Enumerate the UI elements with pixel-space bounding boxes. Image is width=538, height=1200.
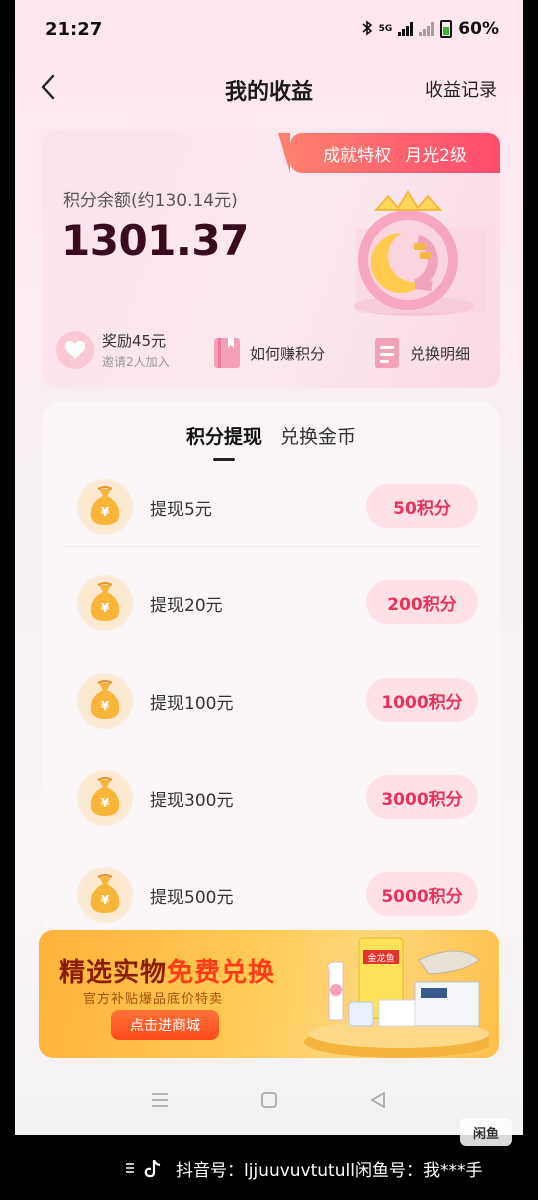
money-bag-icon: ¥: [77, 479, 133, 535]
status-bar: 21:27 5G 60%: [45, 14, 499, 44]
status-time: 21:27: [45, 18, 103, 40]
card-actions: 奖励45元 邀请2人加入 如何赚积分 兑换明细: [42, 330, 500, 378]
product-brand: 金龙鱼: [367, 952, 394, 964]
receipt-icon: [375, 338, 399, 368]
list-item[interactable]: ¥ 提现100元 1000积分: [62, 666, 480, 736]
badge-level-label: 月光2级: [405, 145, 467, 166]
book-icon: [214, 338, 240, 368]
app-screen: 21:27 5G 60% 我的收益 收益记录 成就特权 月光2级 积分余额(约1…: [15, 0, 523, 1135]
mall-promo-banner[interactable]: 精选实物免费兑换 官方补贴爆品底价特卖 点击进商城 金龙鱼: [39, 930, 499, 1058]
watermark-footer: 抖音号：ljjuuvuvtutull闲鱼号：我***手 闲鱼: [0, 1118, 538, 1200]
list-item[interactable]: ¥ 提现20元 200积分: [62, 568, 480, 638]
menu-icon[interactable]: [150, 1091, 170, 1113]
svg-text:¥: ¥: [101, 505, 110, 519]
svg-text:¥: ¥: [101, 601, 110, 615]
invite-reward-sub: 邀请2人加入: [102, 355, 170, 369]
top-nav: 我的收益 收益记录: [15, 66, 523, 110]
svg-text:¥: ¥: [101, 699, 110, 713]
withdraw-label: 提现100元: [150, 694, 234, 714]
money-bag-icon: ¥: [77, 673, 133, 729]
points-button[interactable]: 50积分: [366, 484, 478, 528]
divider: [62, 546, 480, 547]
banner-subtitle: 官方补贴爆品底价特卖: [83, 992, 224, 1007]
income-record-link[interactable]: 收益记录: [425, 76, 497, 102]
enter-mall-button[interactable]: 点击进商城: [111, 1010, 219, 1040]
invite-reward-action[interactable]: 奖励45元 邀请2人加入: [56, 330, 170, 370]
how-to-earn-action[interactable]: 如何赚积分: [212, 336, 325, 370]
money-bag-icon: ¥: [77, 867, 133, 923]
xianyu-logo: 闲鱼: [460, 1118, 512, 1146]
privilege-badge[interactable]: 成就特权 月光2级: [278, 133, 500, 173]
tab-bar: 积分提现 兑换金币: [42, 422, 500, 461]
status-right: 5G 60%: [361, 19, 499, 39]
money-bag-icon: ¥: [77, 770, 133, 826]
balance-value: 1301.37: [61, 216, 249, 265]
home-icon[interactable]: [259, 1090, 279, 1114]
balance-card: 成就特权 月光2级 积分余额(约130.14元) 1301.37 奖励45元 邀…: [42, 130, 500, 388]
tiktok-logo: [126, 1159, 161, 1178]
withdraw-label: 提现300元: [150, 791, 234, 811]
tab-exchange-coins[interactable]: 兑换金币: [280, 422, 356, 449]
svg-text:¥: ¥: [101, 893, 110, 907]
battery-percent: 60%: [458, 19, 499, 39]
list-item[interactable]: ¥ 提现500元 5000积分: [62, 860, 480, 930]
points-button[interactable]: 5000积分: [366, 872, 478, 916]
signal-icon: [398, 22, 414, 36]
heart-icon: [56, 331, 94, 369]
signal-2-icon: [419, 22, 435, 36]
banner-title-highlight: 免费兑换: [167, 958, 276, 988]
balance-label: 积分余额(约130.14元): [63, 191, 238, 211]
money-bag-icon: ¥: [77, 575, 133, 631]
list-item[interactable]: ¥ 提现300元 3000积分: [62, 763, 480, 833]
battery-icon: [440, 20, 453, 38]
points-button[interactable]: 3000积分: [366, 775, 478, 819]
list-item[interactable]: ¥ 提现5元 50积分: [62, 472, 480, 542]
bluetooth-icon: [361, 19, 373, 39]
tab-points-withdraw[interactable]: 积分提现: [186, 422, 262, 461]
network-label: 5G: [378, 24, 393, 34]
moon-crown-illustration: [354, 190, 486, 316]
points-button[interactable]: 1000积分: [366, 678, 478, 722]
points-button[interactable]: 200积分: [366, 580, 478, 624]
exchange-detail-label: 兑换明细: [410, 344, 471, 363]
withdraw-label: 提现20元: [150, 596, 223, 616]
exchange-detail-action[interactable]: 兑换明细: [372, 336, 470, 370]
system-nav-bar: [15, 1080, 523, 1124]
invite-reward-text: 奖励45元 邀请2人加入: [102, 330, 170, 370]
banner-title-main: 精选实物: [59, 958, 168, 988]
products-illustration: 金龙鱼: [304, 937, 489, 1058]
back-triangle-icon[interactable]: [368, 1090, 388, 1114]
svg-text:¥: ¥: [101, 796, 110, 810]
banner-title: 精选实物免费兑换: [59, 952, 275, 989]
withdraw-panel: 积分提现 兑换金币 ¥ 提现5元 50积分 ¥ 提现20元 200积分 ¥ 提现…: [42, 402, 500, 942]
how-to-earn-label: 如何赚积分: [250, 344, 326, 363]
withdraw-label: 提现5元: [150, 500, 212, 520]
withdraw-label: 提现500元: [150, 888, 234, 908]
badge-privilege-label: 成就特权: [323, 145, 392, 166]
watermark-text: 抖音号：ljjuuvuvtutull闲鱼号：我***手: [176, 1161, 483, 1181]
invite-reward-label: 奖励45元: [102, 332, 167, 350]
